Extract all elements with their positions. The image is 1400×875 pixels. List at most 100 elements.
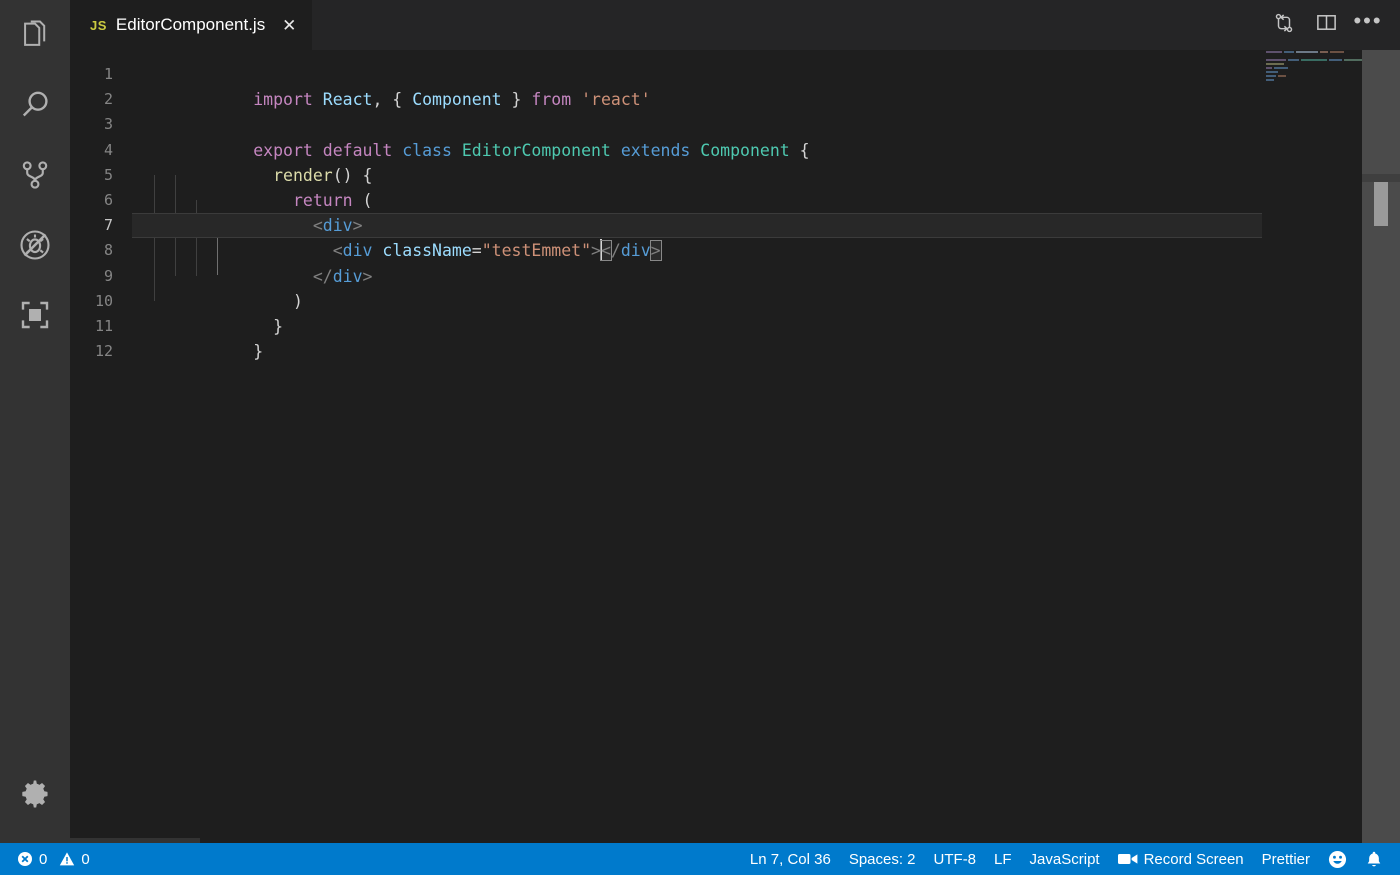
warning-count: 0 [81,851,89,868]
token: () { [333,166,373,185]
code-line-3: export default class EditorComponent ext… [132,112,1400,137]
status-notifications[interactable] [1356,843,1392,875]
code-line-1: import React, { Component } from 'react' [132,62,1400,87]
js-file-icon: JS [90,18,107,33]
debug-disabled-icon [17,227,53,263]
fork-icon [1273,12,1295,39]
token: </ [313,267,333,286]
line-number-active: 7 [70,213,113,238]
line-number: 5 [70,163,113,188]
sidebar-item-run-debug[interactable] [0,210,70,280]
status-bar-top-shadow [0,838,200,843]
token [134,90,144,109]
token [253,216,313,235]
scrollbar-slider-head[interactable] [1362,174,1400,182]
line-number: 10 [70,289,113,314]
token [392,141,402,160]
compare-changes-button[interactable] [1266,7,1302,43]
more-actions-button[interactable]: ••• [1350,7,1386,43]
token [571,90,581,109]
line-number: 11 [70,314,113,339]
token: > [363,267,373,286]
token: div [323,216,353,235]
token [372,241,382,260]
token [452,141,462,160]
editor-scrollbar[interactable] [1362,50,1400,843]
workbench-body: JS EditorComponent.js ✕ [0,0,1400,843]
status-editor-position[interactable]: Ln 7, Col 36 [741,843,840,875]
status-prettier[interactable]: Prettier [1253,843,1319,875]
token: return [293,191,353,210]
line-number-gutter: 1 2 3 4 5 6 7 8 9 10 11 12 [70,50,132,843]
token: / [611,241,621,260]
token: = [472,241,482,260]
token: } [502,90,532,109]
token [313,90,323,109]
status-encoding[interactable]: UTF-8 [925,843,986,875]
error-count: 0 [39,851,47,868]
token: , { [372,90,412,109]
status-feedback[interactable] [1319,843,1356,875]
camera-icon [1118,852,1138,866]
error-icon [17,851,33,867]
token: default [323,141,393,160]
tab-editor-component-js[interactable]: JS EditorComponent.js ✕ [70,0,312,50]
line-number: 4 [70,138,113,163]
close-icon[interactable]: ✕ [280,17,298,34]
code-line-11: } [132,314,1400,339]
record-screen-label: Record Screen [1144,851,1244,868]
token: > [353,216,363,235]
ellipsis-icon: ••• [1353,16,1382,34]
editor-position-label: Ln 7, Col 36 [750,851,831,868]
activity-bar [0,0,70,843]
token: < [333,241,343,260]
token: 'react' [581,90,651,109]
prettier-label: Prettier [1262,851,1310,868]
status-bar-left: 0 0 [8,843,99,875]
editor-body: 1 2 3 4 5 6 7 8 9 10 11 12 [70,50,1400,843]
line-number: 2 [70,87,113,112]
tab-bar: JS EditorComponent.js ✕ [70,0,1400,50]
token [313,141,323,160]
editor-actions: ••• [1266,0,1400,50]
sidebar-item-explorer[interactable] [0,0,70,70]
sidebar-item-extensions[interactable] [0,280,70,350]
gear-icon [17,776,53,812]
search-icon [17,87,53,123]
smiley-icon [1328,850,1347,869]
token: ) [253,292,303,311]
status-language-mode[interactable]: JavaScript [1021,843,1109,875]
token [690,141,700,160]
sidebar-item-search[interactable] [0,70,70,140]
scrollbar-slider[interactable] [1374,182,1388,226]
token: className [382,241,471,260]
vscode-window: JS EditorComponent.js ✕ [0,0,1400,875]
token: < [313,216,323,235]
split-editor-button[interactable] [1308,7,1344,43]
code-line-12 [132,339,1400,364]
sidebar-item-source-control[interactable] [0,140,70,210]
language-mode-label: JavaScript [1030,851,1100,868]
token-bracket-open: < [601,241,611,260]
token: export [253,141,313,160]
token: } [253,317,283,336]
token: } [253,342,263,361]
status-problems[interactable]: 0 0 [8,843,99,875]
status-record-screen[interactable]: Record Screen [1109,843,1253,875]
line-number: 3 [70,112,113,137]
status-eol[interactable]: LF [985,843,1021,875]
token: { [790,141,810,160]
warning-icon [59,851,75,867]
token [611,141,621,160]
code-line-10: } [132,289,1400,314]
status-indentation[interactable]: Spaces: 2 [840,843,925,875]
token: render [273,166,333,185]
token [253,267,313,286]
eol-label: LF [994,851,1012,868]
manage-settings-button[interactable] [0,759,70,829]
token [134,342,144,361]
line-number: 6 [70,188,113,213]
editor-group: JS EditorComponent.js ✕ [70,0,1400,843]
token [253,166,273,185]
code-editor[interactable]: import React, { Component } from 'react'… [132,50,1400,843]
